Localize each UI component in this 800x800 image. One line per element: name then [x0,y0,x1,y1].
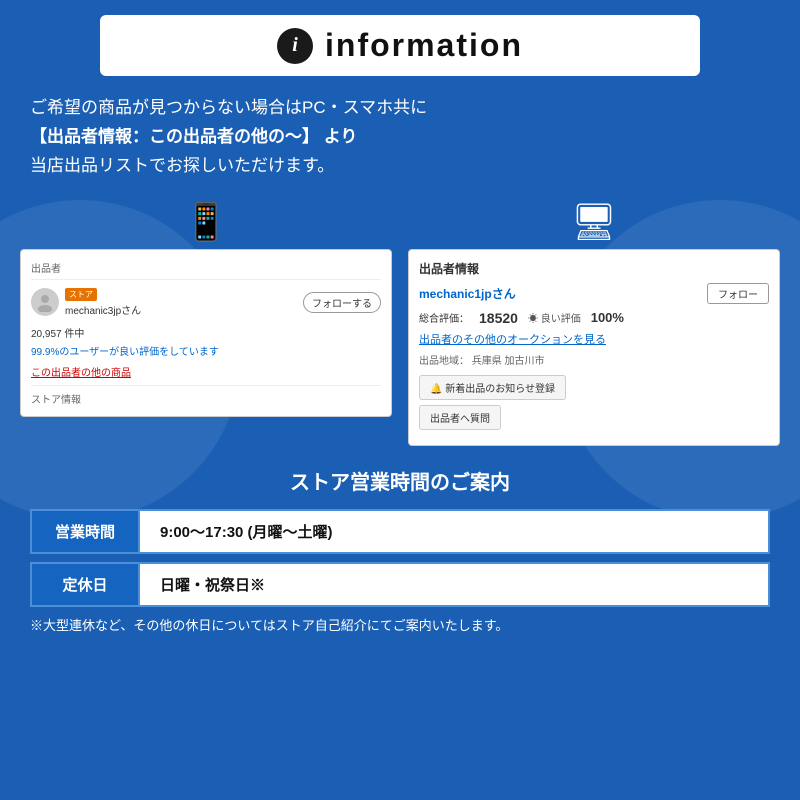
mobile-screenshot-container: 📱 出品者 ストア mechanic3jpさん フォローする [20,201,392,417]
main-text-line1: ご希望の商品が見つからない場合はPC・スマホ共に [30,94,770,123]
pc-good-pct: 100% [591,310,624,325]
pc-good-label: ☀ 良い評価 [528,310,581,325]
main-description: ご希望の商品が見つからない場合はPC・スマホ共に 【出品者情報：この出品者の他の… [20,94,780,181]
pc-notification-button[interactable]: 🔔 新着出品のお知らせ登録 [419,375,566,400]
store-badge: ストア [65,288,97,301]
avatar [31,288,59,316]
mobile-seller-label: 出品者 [31,260,381,280]
hours-title: ストア営業時間のご案内 [30,466,770,495]
info-header: i information [100,15,700,76]
smartphone-icon: 📱 [184,201,229,243]
pc-auction-link[interactable]: 出品者のその他のオークションを見る [419,331,769,347]
mobile-store-info: ストア情報 [31,385,381,406]
hours-value-0: 9:00〜17:30 (月曜〜土曜) [138,509,770,554]
hours-label-1: 定休日 [30,562,140,607]
pc-seller-row: mechanic1jpさん フォロー [419,283,769,304]
mobile-screen: 出品者 ストア mechanic3jpさん フォローする 20,957 件中 [20,249,392,417]
mobile-seller-left: ストア mechanic3jpさん [31,288,141,317]
pc-rating-row: 総合評価： 18520 ☀ 良い評価 100% [419,310,769,326]
mobile-follow-button[interactable]: フォローする [303,292,381,313]
pc-seller-info-label: 出品者情報 [419,260,769,277]
hours-label-0: 営業時間 [30,509,140,554]
mobile-seller-info: ストア mechanic3jpさん [65,288,141,317]
pc-question-button[interactable]: 出品者へ質問 [419,405,501,430]
pc-screen: 出品者情報 mechanic1jpさん フォロー 総合評価： 18520 ☀ 良… [408,249,780,446]
pc-seller-name: mechanic1jpさん [419,285,516,302]
mobile-seller-name: mechanic3jpさん [65,302,141,317]
hours-row-1: 定休日 日曜・祝祭日※ [30,562,770,607]
footer-note: ※大型連休など、その他の休日についてはストア自己紹介にてご案内いたします。 [30,615,770,634]
mobile-count: 20,957 件中 [31,325,381,340]
mobile-seller-row: ストア mechanic3jpさん フォローする [31,288,381,317]
pc-region: 出品地域： 兵庫県 加古川市 [419,352,769,367]
main-text-line3: 当店出品リストでお探しいただけます。 [30,152,770,181]
info-icon: i [277,28,313,64]
main-text-line2: 【出品者情報：この出品者の他の〜】 より [30,123,770,152]
computer-icon: 🖥 [571,201,617,243]
page-title: information [325,27,523,64]
hours-row-0: 営業時間 9:00〜17:30 (月曜〜土曜) [30,509,770,554]
hours-section: ストア営業時間のご案内 営業時間 9:00〜17:30 (月曜〜土曜) 定休日 … [20,466,780,634]
pc-screenshot-container: 🖥 出品者情報 mechanic1jpさん フォロー 総合評価： 18520 ☀… [408,201,780,446]
mobile-other-items-link[interactable]: この出品者の他の商品 [31,364,381,379]
pc-follow-button[interactable]: フォロー [707,283,769,304]
screenshots-row: 📱 出品者 ストア mechanic3jpさん フォローする [20,201,780,446]
pc-rating-label: 総合評価： [419,310,469,325]
pc-rating-num: 18520 [479,310,518,326]
hours-value-1: 日曜・祝祭日※ [138,562,770,607]
mobile-rating: 99.9%のユーザーが良い評価をしています [31,343,381,358]
